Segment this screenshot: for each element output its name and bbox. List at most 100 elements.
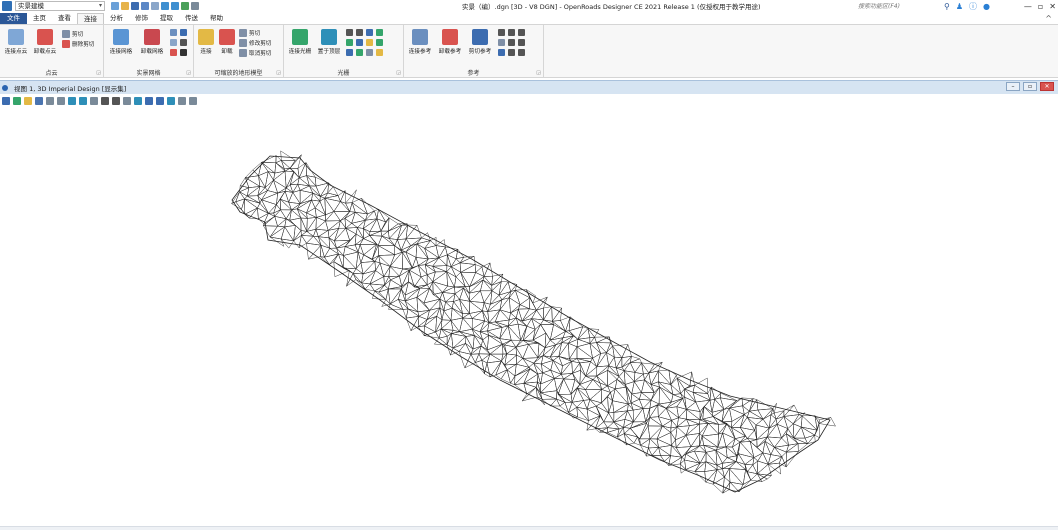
zoom-out-icon[interactable] bbox=[57, 97, 65, 105]
terrain-clip-button[interactable]: 剪切 bbox=[239, 29, 260, 37]
attach-reference-button[interactable]: 连接参考 bbox=[406, 29, 434, 55]
workspace-select[interactable]: 实景建模 ▾ bbox=[15, 1, 105, 11]
tab-transfer[interactable]: 传送 bbox=[179, 13, 204, 24]
compress-icon[interactable] bbox=[151, 2, 159, 10]
tab-home[interactable]: 主页 bbox=[27, 13, 52, 24]
group-launcher-icon[interactable]: ◲ bbox=[96, 70, 101, 76]
walk-icon[interactable] bbox=[178, 97, 186, 105]
modify-clip-button[interactable]: 修改剪切 bbox=[239, 39, 271, 47]
clip-mask-icon[interactable] bbox=[156, 97, 164, 105]
toggle-3d-icon[interactable] bbox=[189, 97, 197, 105]
mesh-tool-icon-6[interactable] bbox=[180, 49, 187, 56]
reference-tool-icon-4[interactable] bbox=[498, 39, 505, 46]
lighting-icon[interactable] bbox=[24, 97, 32, 105]
clip-point-cloud-button[interactable]: 剪切 bbox=[62, 30, 83, 38]
window-area-icon[interactable] bbox=[68, 97, 76, 105]
reference-tool-icon-2[interactable] bbox=[508, 29, 515, 36]
zoom-in-icon[interactable] bbox=[46, 97, 54, 105]
raster-tool-icon-1[interactable] bbox=[346, 29, 353, 36]
view-next-icon[interactable] bbox=[123, 97, 131, 105]
raster-tool-icon-8[interactable] bbox=[376, 39, 383, 46]
raster-tool-icon-3[interactable] bbox=[366, 29, 373, 36]
new-icon[interactable] bbox=[111, 2, 119, 10]
mesh-tool-icon-2[interactable] bbox=[180, 29, 187, 36]
app-icon[interactable] bbox=[2, 1, 12, 11]
close-icon[interactable]: ✕ bbox=[1049, 2, 1056, 11]
detach-reference-button[interactable]: 卸载参考 bbox=[436, 29, 464, 55]
view-canvas[interactable] bbox=[0, 108, 1058, 526]
pin-icon[interactable] bbox=[181, 2, 189, 10]
detach-mesh-button[interactable]: 卸载网格 bbox=[138, 29, 166, 55]
attach-raster-button[interactable]: 连接光栅 bbox=[286, 29, 314, 55]
attach-terrain-button[interactable]: 连接 bbox=[196, 29, 216, 55]
undo-icon[interactable] bbox=[161, 2, 169, 10]
group-launcher-icon[interactable]: ◲ bbox=[186, 70, 191, 76]
tab-modify[interactable]: 修饰 bbox=[129, 13, 154, 24]
reference-tool-icon-6[interactable] bbox=[518, 39, 525, 46]
clip-reference-button[interactable]: 剪切参考 bbox=[466, 29, 494, 55]
tab-view[interactable]: 查看 bbox=[52, 13, 77, 24]
raster-tool-icon-12[interactable] bbox=[376, 49, 383, 56]
attach-point-cloud-button[interactable]: 连接点云 bbox=[2, 29, 30, 55]
reference-tool-icon-5[interactable] bbox=[508, 39, 515, 46]
detach-terrain-button[interactable]: 卸载 bbox=[217, 29, 237, 55]
reference-tool-icon-8[interactable] bbox=[508, 49, 515, 56]
minimize-icon[interactable]: — bbox=[1024, 2, 1032, 11]
bring-to-front-button[interactable]: 置于顶层 bbox=[315, 29, 343, 55]
fit-view-icon[interactable] bbox=[79, 97, 87, 105]
view-close-button[interactable]: ✕ bbox=[1040, 82, 1054, 91]
terrain-mesh[interactable] bbox=[0, 108, 1058, 526]
delete-clip-button[interactable]: 删除剪切 bbox=[62, 40, 94, 48]
raster-tool-icon-2[interactable] bbox=[356, 29, 363, 36]
group-launcher-icon[interactable]: ◲ bbox=[276, 70, 281, 76]
search-input[interactable]: 搜索功能区(F4) bbox=[858, 1, 940, 10]
copy-view-icon[interactable] bbox=[134, 97, 142, 105]
save-settings-icon[interactable] bbox=[141, 2, 149, 10]
group-launcher-icon[interactable]: ◲ bbox=[536, 70, 541, 76]
user-icon[interactable]: ● bbox=[983, 2, 990, 11]
raster-tool-icon-11[interactable] bbox=[366, 49, 373, 56]
reference-tool-icon-9[interactable] bbox=[518, 49, 525, 56]
raster-tool-icon-10[interactable] bbox=[356, 49, 363, 56]
reference-tool-icon-7[interactable] bbox=[498, 49, 505, 56]
open-icon[interactable] bbox=[121, 2, 129, 10]
tab-attach[interactable]: 连接 bbox=[77, 13, 104, 24]
ribbon-collapse-icon[interactable]: ^ bbox=[1045, 14, 1052, 23]
raster-tool-icon-6[interactable] bbox=[356, 39, 363, 46]
view-previous-icon[interactable] bbox=[112, 97, 120, 105]
print-icon[interactable] bbox=[191, 2, 199, 10]
view-attributes-icon[interactable] bbox=[2, 97, 10, 105]
detach-point-cloud-button[interactable]: 卸载点云 bbox=[31, 29, 59, 55]
camera-icon[interactable] bbox=[167, 97, 175, 105]
tab-extract[interactable]: 提取 bbox=[154, 13, 179, 24]
rotate-view-icon[interactable] bbox=[90, 97, 98, 105]
mesh-tool-icon-5[interactable] bbox=[170, 49, 177, 56]
raster-tool-icon-9[interactable] bbox=[346, 49, 353, 56]
tab-help[interactable]: 帮助 bbox=[204, 13, 229, 24]
redo-icon[interactable] bbox=[171, 2, 179, 10]
mesh-tool-icon-4[interactable] bbox=[180, 39, 187, 46]
raster-tool-icon-5[interactable] bbox=[346, 39, 353, 46]
reference-tool-icon-3[interactable] bbox=[518, 29, 525, 36]
clip-volume-icon[interactable] bbox=[145, 97, 153, 105]
update-view-icon[interactable] bbox=[35, 97, 43, 105]
group-launcher-icon[interactable]: ◲ bbox=[396, 70, 401, 76]
help-icon[interactable]: ⓘ bbox=[969, 1, 977, 12]
tab-file[interactable]: 文件 bbox=[0, 13, 27, 24]
mesh-tool-icon-3[interactable] bbox=[170, 39, 177, 46]
save-icon[interactable] bbox=[131, 2, 139, 10]
cancel-clip-button[interactable]: 取消剪切 bbox=[239, 49, 271, 57]
pan-view-icon[interactable] bbox=[101, 97, 109, 105]
display-style-icon[interactable] bbox=[13, 97, 21, 105]
view-restore-button[interactable]: ▫ bbox=[1023, 82, 1037, 91]
view-minimize-button[interactable]: – bbox=[1006, 82, 1020, 91]
reference-tool-icon-1[interactable] bbox=[498, 29, 505, 36]
raster-tool-icon-7[interactable] bbox=[366, 39, 373, 46]
attach-mesh-button[interactable]: 连接网格 bbox=[107, 29, 135, 55]
mesh-tool-icon-1[interactable] bbox=[170, 29, 177, 36]
restore-icon[interactable]: ▫ bbox=[1038, 2, 1043, 11]
notification-icon[interactable]: ♟ bbox=[956, 2, 963, 11]
tab-analyze[interactable]: 分析 bbox=[104, 13, 129, 24]
raster-tool-icon-4[interactable] bbox=[376, 29, 383, 36]
search-icon[interactable]: ⚲ bbox=[944, 2, 950, 11]
